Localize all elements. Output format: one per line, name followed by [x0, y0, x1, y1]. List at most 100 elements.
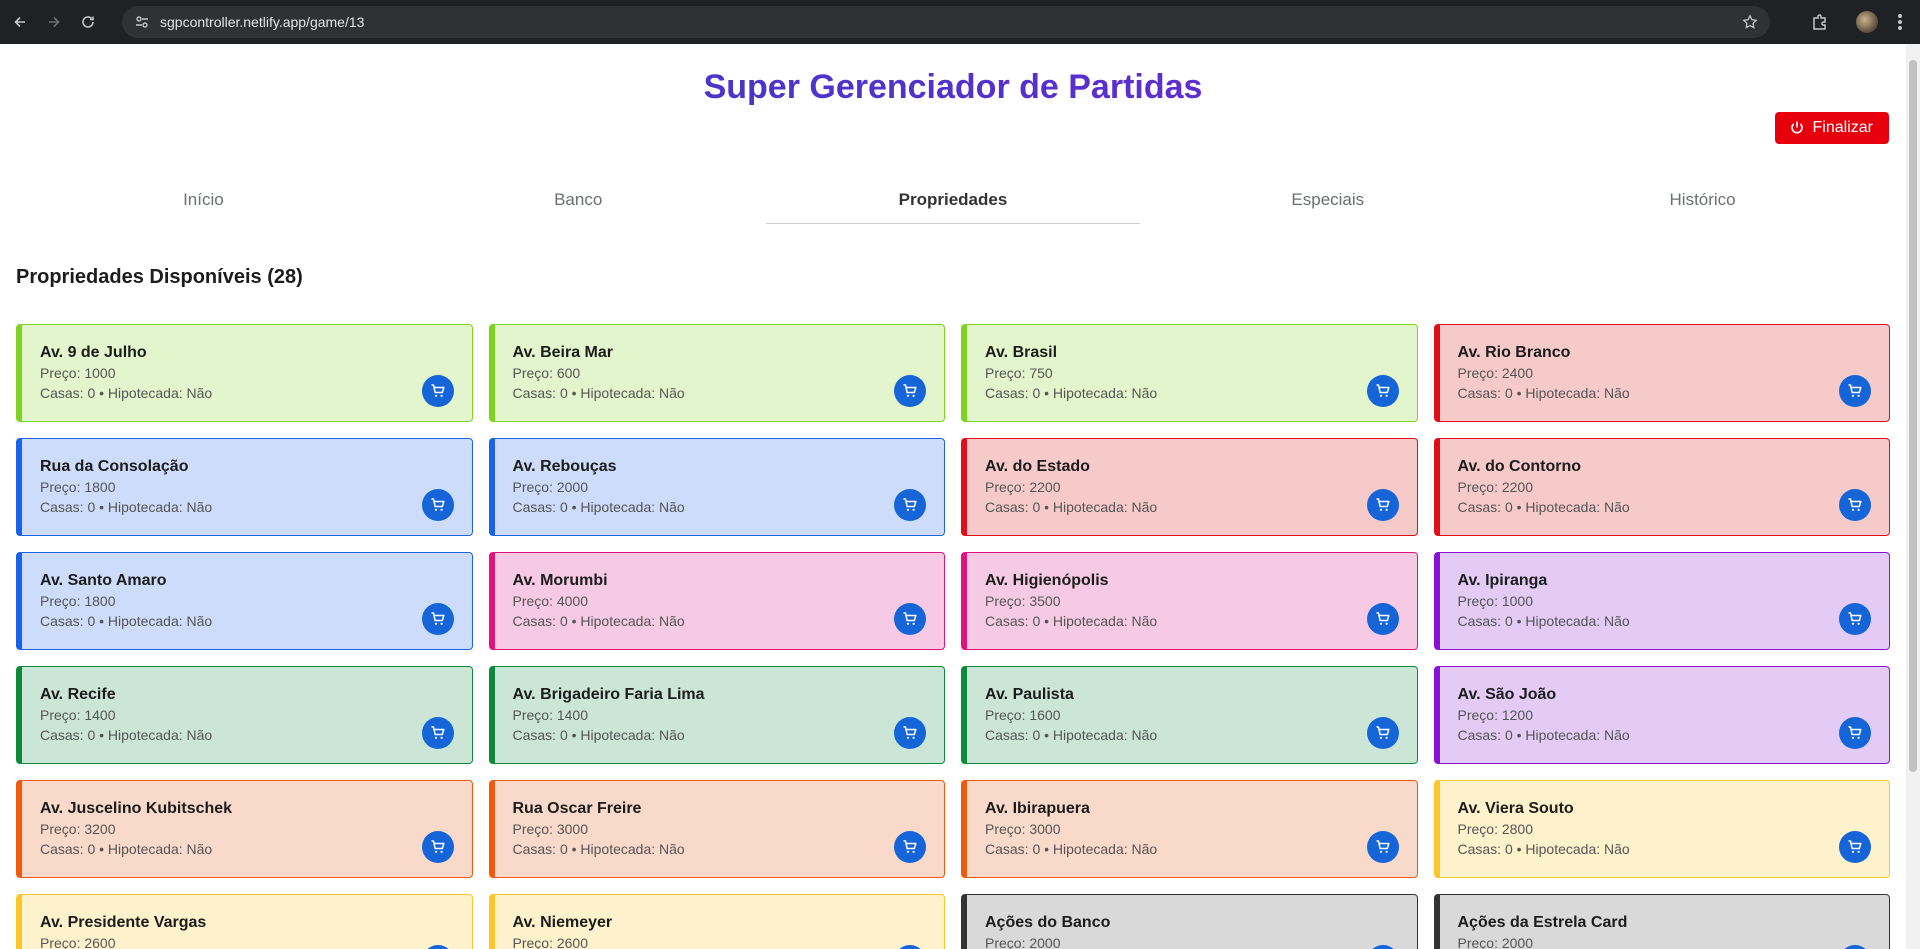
buy-property-button[interactable]	[421, 375, 454, 407]
profile-avatar[interactable]	[1856, 11, 1878, 33]
property-price: Preço: 2600	[40, 935, 116, 949]
scrollbar[interactable]	[1906, 44, 1920, 949]
property-card: Av. Juscelino Kubitschek Preço: 3200 Casas…	[16, 780, 473, 878]
tab-inicio[interactable]: Início	[16, 176, 391, 224]
shopping-cart-icon	[1848, 498, 1862, 511]
browser-menu-icon[interactable]	[1898, 14, 1902, 30]
shopping-cart-icon	[1848, 612, 1862, 625]
property-price: Preço: 1000	[40, 365, 116, 381]
reload-icon	[82, 16, 94, 28]
property-price: Preço: 1800	[40, 479, 116, 495]
buy-property-button[interactable]	[894, 831, 926, 863]
browser-toolbar: sgpcontroller.netlify.app/game/13	[0, 0, 1920, 44]
property-card: Ações da Estrela Card Preço: 2000	[1433, 894, 1890, 949]
extensions-puzzle-icon[interactable]	[1810, 12, 1830, 32]
tab-historico[interactable]: Histórico	[1515, 176, 1890, 224]
tab-propriedades[interactable]: Propriedades	[765, 176, 1141, 224]
property-status: Casas: 0 • Hipotecada: Não	[512, 727, 685, 743]
property-card: Rua Oscar Freire Preço: 3000 Casas: 0 • Hi…	[488, 780, 945, 878]
property-status: Casas: 0 • Hipotecada: Não	[1457, 613, 1630, 629]
tab-label: Histórico	[1669, 189, 1736, 209]
shopping-cart-icon	[903, 498, 917, 511]
property-name: Av. Rebouças	[512, 458, 617, 475]
property-name: Av. do Estado	[985, 458, 1090, 475]
shopping-cart-icon	[1848, 726, 1862, 739]
shopping-cart-icon	[903, 384, 917, 397]
property-card: Rua da Consolação Preço: 1800 Casas: 0 • H…	[16, 438, 473, 536]
buy-property-button[interactable]	[1366, 717, 1399, 749]
buy-property-button[interactable]	[894, 489, 926, 521]
scrollbar-thumb[interactable]	[1909, 60, 1917, 772]
buy-property-button[interactable]	[1366, 375, 1399, 407]
back-button[interactable]	[6, 8, 34, 36]
buy-property-button[interactable]	[1839, 489, 1871, 521]
property-card: Av. Niemeyer Preço: 2600	[488, 894, 945, 949]
buy-property-button[interactable]	[894, 375, 926, 407]
page-content: Super Gerenciador de Partidas Finalizar …	[0, 44, 1906, 949]
buy-property-button[interactable]	[421, 717, 454, 749]
property-status: Casas: 0 • Hipotecada: Não	[1457, 727, 1630, 743]
property-card: Av. Morumbi Preço: 4000 Casas: 0 • Hipotec…	[488, 552, 945, 650]
property-name: Av. Brasil	[985, 344, 1058, 361]
property-name: Av. Paulista	[985, 686, 1074, 703]
property-card: Av. Ipiranga Preço: 1000 Casas: 0 • Hipote…	[1433, 552, 1890, 650]
property-card: Av. Presidente Vargas Preço: 2600	[16, 894, 473, 949]
property-name: Ações do Banco	[985, 914, 1111, 931]
finish-button[interactable]: Finalizar	[1774, 112, 1889, 144]
property-status: Casas: 0 • Hipotecada: Não	[40, 841, 213, 857]
property-status: Casas: 0 • Hipotecada: Não	[985, 841, 1158, 857]
property-name: Av. Higienópolis	[985, 572, 1109, 589]
buy-property-button[interactable]	[1839, 375, 1871, 407]
buy-property-button[interactable]	[894, 603, 926, 635]
property-status: Casas: 0 • Hipotecada: Não	[512, 841, 685, 857]
property-card: Ações do Banco Preço: 2000	[961, 894, 1418, 949]
property-price: Preço: 1000	[1457, 593, 1534, 609]
bookmark-star-icon[interactable]	[1742, 14, 1758, 30]
property-price: Preço: 2600	[512, 935, 589, 949]
reload-button[interactable]	[74, 8, 102, 36]
property-status: Casas: 0 • Hipotecada: Não	[985, 499, 1158, 515]
property-name: Ações da Estrela Card	[1457, 914, 1628, 931]
property-price: Preço: 3200	[40, 821, 116, 837]
property-price: Preço: 3500	[985, 593, 1061, 609]
url-text[interactable]: sgpcontroller.netlify.app/game/13	[160, 14, 364, 30]
property-card: Av. do Estado Preço: 2200 Casas: 0 • Hipot…	[961, 438, 1418, 536]
property-status: Casas: 0 • Hipotecada: Não	[1457, 499, 1630, 515]
tab-label: Especiais	[1291, 189, 1365, 209]
buy-property-button[interactable]	[1366, 489, 1399, 521]
buy-property-button[interactable]	[421, 603, 454, 635]
buy-property-button[interactable]	[1839, 603, 1871, 635]
shopping-cart-icon	[903, 726, 917, 739]
buy-property-button[interactable]	[1839, 717, 1871, 749]
shopping-cart-icon	[431, 840, 445, 853]
shopping-cart-icon	[1376, 612, 1390, 625]
property-name: Av. Ibirapuera	[985, 800, 1090, 817]
buy-property-button[interactable]	[894, 717, 926, 749]
property-name: Av. Rio Branco	[1457, 344, 1571, 361]
shopping-cart-icon	[1376, 384, 1390, 397]
forward-button[interactable]	[40, 8, 68, 36]
address-bar[interactable]: sgpcontroller.netlify.app/game/13	[122, 6, 1770, 38]
buy-property-button[interactable]	[1366, 603, 1399, 635]
shopping-cart-icon	[431, 384, 445, 397]
shopping-cart-icon	[1376, 726, 1390, 739]
property-card: Av. Paulista Preço: 1600 Casas: 0 • Hipote…	[961, 666, 1418, 764]
property-price: Preço: 3000	[512, 821, 589, 837]
property-card: Av. do Contorno Preço: 2200 Casas: 0 • Hip…	[1433, 438, 1890, 536]
property-status: Casas: 0 • Hipotecada: Não	[40, 727, 213, 743]
property-price: Preço: 1200	[1457, 707, 1534, 723]
tab-label: Início	[183, 189, 224, 209]
property-status: Casas: 0 • Hipotecada: Não	[1457, 841, 1630, 857]
property-name: Av. Brigadeiro Faria Lima	[512, 686, 705, 703]
property-price: Preço: 1400	[512, 707, 589, 723]
buy-property-button[interactable]	[421, 831, 454, 863]
shopping-cart-icon	[431, 498, 445, 511]
site-settings-icon[interactable]	[134, 14, 150, 30]
buy-property-button[interactable]	[1839, 831, 1871, 863]
buy-property-button[interactable]	[1366, 831, 1399, 863]
tab-especiais[interactable]: Especiais	[1140, 176, 1515, 224]
shopping-cart-icon	[1376, 498, 1390, 511]
property-price: Preço: 2000	[512, 479, 589, 495]
buy-property-button[interactable]	[421, 489, 454, 521]
tab-banco[interactable]: Banco	[391, 176, 766, 224]
